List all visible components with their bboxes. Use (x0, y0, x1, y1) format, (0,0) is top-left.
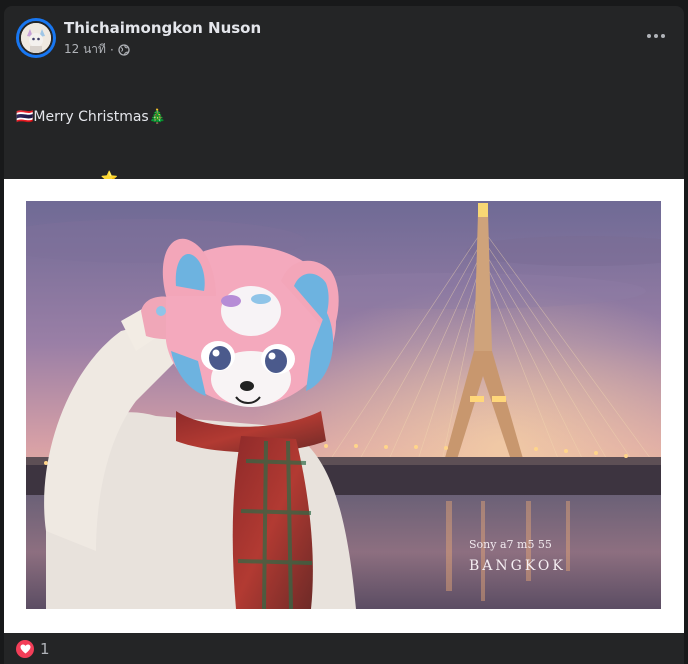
author-avatar[interactable] (16, 18, 56, 58)
photo-caption-camera: Sony a7 m5 55 (469, 538, 552, 551)
photo-caption-city: BANGKOK (469, 558, 566, 574)
post-text-line: 🇹🇭Merry Christmas🎄 (16, 109, 167, 125)
globe-icon[interactable] (118, 43, 130, 56)
more-options-dot (661, 34, 665, 38)
post-card: Thichaimongkon Nuson 12 นาที · 🇹🇭Merry C… (4, 6, 684, 664)
author-name[interactable]: Thichaimongkon Nuson (64, 19, 261, 37)
post-timestamp[interactable]: 12 นาที (64, 40, 106, 59)
reaction-count[interactable]: 1 (40, 640, 50, 658)
post-photo[interactable]: Sony a7 m5 55 BANGKOK (4, 179, 684, 633)
photo-image: Sony a7 m5 55 BANGKOK (26, 201, 661, 609)
separator-dot: · (109, 42, 114, 57)
post-meta: 12 นาที · (64, 40, 130, 59)
more-options-button[interactable] (642, 26, 670, 46)
avatar-image (19, 21, 53, 55)
more-options-dot (654, 34, 658, 38)
reactions-bar[interactable]: 1 (4, 633, 684, 664)
love-reaction-icon[interactable] (16, 639, 34, 658)
more-options-icon (647, 34, 651, 38)
